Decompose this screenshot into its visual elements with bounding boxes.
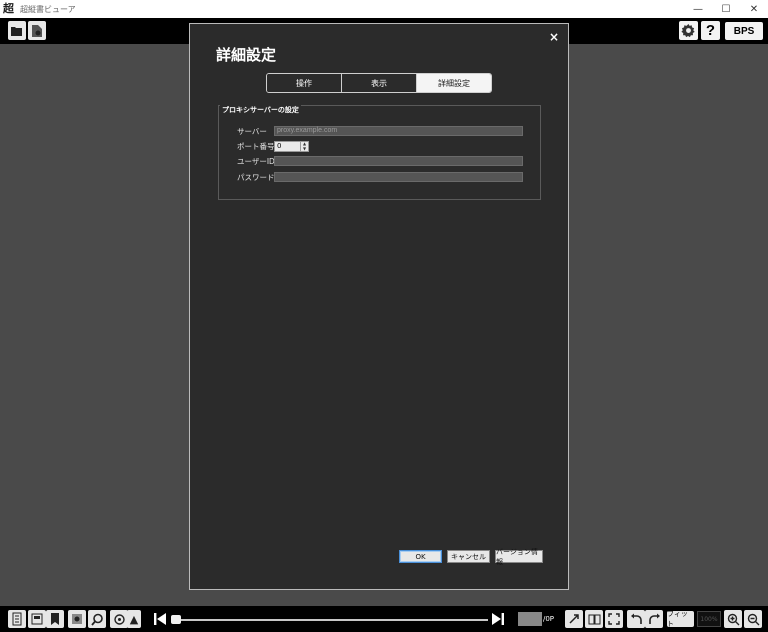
document-icon bbox=[32, 24, 42, 37]
dialog-title: 詳細設定 bbox=[216, 46, 277, 64]
app-logo-icon: 超 bbox=[3, 2, 14, 15]
fullscreen-icon bbox=[608, 613, 620, 625]
rotate-icon bbox=[113, 613, 125, 625]
search-button[interactable] bbox=[88, 610, 106, 628]
zoom-out-button[interactable] bbox=[744, 610, 762, 628]
memo-button[interactable] bbox=[68, 610, 86, 628]
last-page-icon[interactable] bbox=[491, 612, 505, 626]
help-button[interactable]: ? bbox=[701, 21, 720, 40]
redo-button[interactable] bbox=[645, 610, 663, 628]
tab-advanced[interactable]: 詳細設定 bbox=[417, 74, 491, 92]
document-list-icon bbox=[12, 612, 22, 626]
zoom-out-icon bbox=[747, 613, 759, 625]
proxy-group-title: プロキシサーバーの設定 bbox=[220, 105, 301, 115]
version-info-button[interactable]: バージョン情報 bbox=[495, 548, 543, 566]
user-id-label: ユーザーID bbox=[237, 157, 275, 166]
redo-arrow-icon bbox=[648, 613, 660, 624]
spread-view-button[interactable] bbox=[585, 610, 603, 628]
tab-display[interactable]: 表示 bbox=[342, 74, 417, 92]
link-icon bbox=[568, 613, 579, 624]
server-label: サーバー bbox=[237, 127, 267, 136]
cancel-button[interactable]: キャンセル bbox=[447, 550, 490, 563]
triangle-up-icon: ▲ bbox=[129, 612, 139, 626]
server-input[interactable]: proxy.example.com bbox=[274, 126, 523, 136]
gear-icon bbox=[681, 23, 695, 38]
maximize-button[interactable]: ☐ bbox=[712, 0, 740, 18]
password-input[interactable] bbox=[274, 172, 523, 182]
folder-icon bbox=[11, 26, 22, 36]
zoom-in-button[interactable] bbox=[724, 610, 742, 628]
bookmark-button[interactable] bbox=[46, 610, 64, 628]
bottom-toolbar: ▲ /0P フィット 100% bbox=[0, 606, 768, 632]
minimize-button[interactable]: — bbox=[684, 0, 712, 18]
port-stepper[interactable]: 0 ▲ ▼ bbox=[274, 141, 309, 152]
fit-button[interactable]: フィット bbox=[667, 610, 694, 628]
dialog-close-button[interactable]: × bbox=[549, 30, 559, 44]
zoom-in-icon bbox=[727, 613, 739, 625]
port-value: 0 bbox=[277, 142, 282, 150]
search-icon bbox=[90, 613, 103, 626]
settings-button[interactable] bbox=[679, 21, 698, 40]
page-slider-thumb[interactable] bbox=[171, 615, 181, 624]
bps-button[interactable]: BPS bbox=[725, 22, 763, 40]
book-spread-icon bbox=[588, 614, 600, 624]
fullscreen-button[interactable] bbox=[605, 610, 623, 628]
stepper-arrows-icon[interactable]: ▲ ▼ bbox=[300, 141, 308, 151]
close-window-button[interactable]: ✕ bbox=[740, 0, 768, 18]
table-of-contents-button[interactable] bbox=[28, 610, 46, 628]
window-title: 超縦書ビューア bbox=[20, 4, 76, 14]
window-controls: — ☐ ✕ bbox=[684, 0, 768, 18]
link-button[interactable] bbox=[565, 610, 583, 628]
user-id-input[interactable] bbox=[274, 156, 523, 166]
settings-tabs: 操作 表示 詳細設定 bbox=[266, 73, 492, 93]
page-total: /0P bbox=[543, 615, 555, 623]
port-label: ポート番号 bbox=[237, 142, 275, 151]
current-page-input[interactable] bbox=[518, 612, 542, 626]
password-label: パスワード bbox=[237, 173, 275, 182]
memo-icon bbox=[72, 614, 82, 624]
window-titlebar: 超 超縦書ビューア — ☐ ✕ bbox=[0, 0, 768, 18]
proxy-settings-group: プロキシサーバーの設定 サーバー proxy.example.com ポート番号… bbox=[218, 105, 541, 200]
settings-dialog: 詳細設定 × 操作 表示 詳細設定 プロキシサーバーの設定 サーバー proxy… bbox=[189, 23, 569, 590]
collapse-toolbar-button[interactable]: ▲ bbox=[127, 610, 141, 628]
undo-arrow-icon bbox=[630, 613, 642, 624]
rotate-button[interactable] bbox=[110, 610, 128, 628]
document-list-button[interactable] bbox=[8, 610, 26, 628]
open-folder-button[interactable] bbox=[8, 21, 26, 40]
bookmark-icon bbox=[51, 613, 59, 625]
page-slider-track[interactable] bbox=[172, 619, 488, 621]
undo-button[interactable] bbox=[627, 610, 645, 628]
open-file-button[interactable] bbox=[28, 21, 46, 40]
first-page-icon[interactable] bbox=[153, 612, 167, 626]
ok-button[interactable]: OK bbox=[399, 550, 442, 563]
zoom-level-input[interactable]: 100% bbox=[697, 611, 721, 627]
toc-icon bbox=[31, 613, 43, 625]
tab-operation[interactable]: 操作 bbox=[267, 74, 342, 92]
